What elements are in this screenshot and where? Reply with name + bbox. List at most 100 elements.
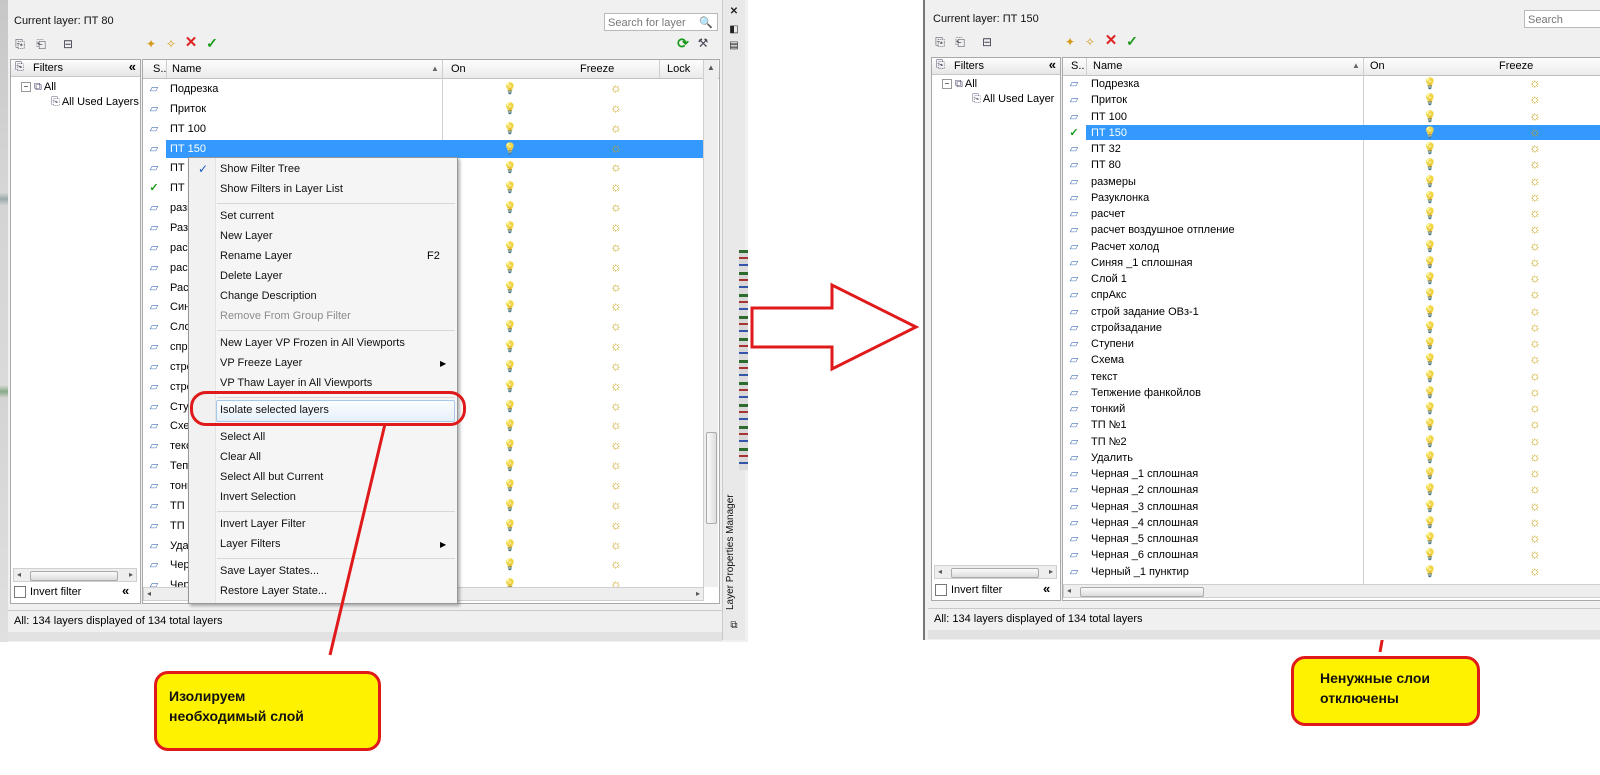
lightbulb-icon[interactable]: 💡: [1423, 516, 1437, 529]
layer-row[interactable]: ▱ стройзадание 💡 ☼: [1063, 319, 1600, 336]
col-name-right[interactable]: Name: [1093, 60, 1122, 72]
sun-icon[interactable]: ☼: [1529, 140, 1541, 155]
sun-icon[interactable]: ☼: [1529, 238, 1541, 253]
layer-icon[interactable]: ▱: [1067, 272, 1081, 285]
lightbulb-icon[interactable]: 💡: [1423, 435, 1437, 448]
layer-name[interactable]: Черная _5 сплошная: [1091, 533, 1198, 545]
layer-row[interactable]: ▱ Черная _1 сплошная 💡 ☼: [1063, 465, 1600, 482]
layer-row[interactable]: ▱ Подрезка 💡 ☼: [1063, 75, 1600, 92]
layer-icon[interactable]: ▱: [1067, 402, 1081, 415]
layer-name[interactable]: расчет воздушное отпление: [1091, 224, 1235, 236]
lightbulb-icon[interactable]: 💡: [1423, 158, 1437, 171]
col-freeze-right[interactable]: Freeze: [1499, 60, 1533, 72]
layer-name[interactable]: Подрезка: [1091, 78, 1139, 90]
layer-row[interactable]: ▱ Удалить 💡 ☼: [1063, 449, 1600, 466]
layer-row[interactable]: ▱ тонкий 💡 ☼: [1063, 400, 1600, 417]
layer-row[interactable]: ▱ Черная _5 сплошная 💡 ☼: [1063, 530, 1600, 547]
sun-icon[interactable]: ☼: [1529, 108, 1541, 123]
set-current-icon-right[interactable]: ✓: [1124, 33, 1140, 49]
lightbulb-icon[interactable]: 💡: [1423, 256, 1437, 269]
lightbulb-icon[interactable]: 💡: [1423, 532, 1437, 545]
sun-icon[interactable]: ☼: [1529, 563, 1541, 578]
layer-icon[interactable]: ▱: [1067, 256, 1081, 269]
layer-row[interactable]: ▱ Расчет холод 💡 ☼: [1063, 238, 1600, 255]
layer-name[interactable]: тонкий: [1091, 403, 1125, 415]
layer-icon[interactable]: ▱: [1067, 207, 1081, 220]
layer-name[interactable]: Черная _4 сплошная: [1091, 517, 1198, 529]
layer-icon[interactable]: ▱: [1067, 110, 1081, 123]
lightbulb-icon[interactable]: 💡: [1423, 451, 1437, 464]
lightbulb-icon[interactable]: 💡: [1423, 191, 1437, 204]
layer-row[interactable]: ▱ ТП №2 💡 ☼: [1063, 433, 1600, 450]
sun-icon[interactable]: ☼: [1529, 254, 1541, 269]
layer-name[interactable]: Синяя _1 сплошная: [1091, 257, 1193, 269]
layer-name[interactable]: Ступени: [1091, 338, 1134, 350]
lightbulb-icon[interactable]: 💡: [1423, 288, 1437, 301]
lightbulb-icon[interactable]: 💡: [1423, 337, 1437, 350]
layer-row[interactable]: ▱ текст 💡 ☼: [1063, 368, 1600, 385]
layer-name[interactable]: ПТ 100: [1091, 111, 1127, 123]
layer-icon[interactable]: ▱: [1067, 321, 1081, 334]
layer-name[interactable]: Черный _1 пунктир: [1091, 566, 1189, 578]
sun-icon[interactable]: ☼: [1529, 91, 1541, 106]
layer-row[interactable]: ▱ расчет воздушное отпление 💡 ☼: [1063, 221, 1600, 238]
layer-row[interactable]: ▱ ПТ 100 💡 ☼: [1063, 108, 1600, 125]
collapse-invert-icon-right[interactable]: «: [1043, 581, 1050, 596]
layer-icon[interactable]: ▱: [1067, 288, 1081, 301]
layer-name[interactable]: спрАкс: [1091, 289, 1126, 301]
layer-name[interactable]: строй задание ОВз-1: [1091, 306, 1199, 318]
layer-name[interactable]: Черная _3 сплошная: [1091, 501, 1198, 513]
layer-icon[interactable]: ▱: [1067, 435, 1081, 448]
lightbulb-icon[interactable]: 💡: [1423, 467, 1437, 480]
lightbulb-icon[interactable]: 💡: [1423, 272, 1437, 285]
delete-layer-icon-right[interactable]: ✕: [1103, 33, 1119, 49]
sun-icon[interactable]: ☼: [1529, 481, 1541, 496]
layer-row[interactable]: ▱ Тепжение фанкойлов 💡 ☼: [1063, 384, 1600, 401]
sun-icon[interactable]: ☼: [1529, 530, 1541, 545]
lightbulb-icon[interactable]: 💡: [1423, 240, 1437, 253]
layer-name[interactable]: Черная _2 сплошная: [1091, 484, 1198, 496]
layer-name[interactable]: расчет: [1091, 208, 1125, 220]
layer-row[interactable]: ▱ Черная _2 сплошная 💡 ☼: [1063, 481, 1600, 498]
new-layer-vp-frozen-icon-right[interactable]: ✧: [1082, 34, 1098, 50]
lightbulb-icon[interactable]: 💡: [1423, 402, 1437, 415]
layer-icon[interactable]: ▱: [1067, 370, 1081, 383]
current-layer-check-icon[interactable]: ✓: [1067, 126, 1081, 139]
layer-name[interactable]: ТП №1: [1091, 419, 1127, 431]
new-property-filter-icon-right[interactable]: ⎘: [932, 34, 948, 50]
sun-icon[interactable]: ☼: [1529, 498, 1541, 513]
lightbulb-icon[interactable]: 💡: [1423, 77, 1437, 90]
collapse-icon-right[interactable]: −: [942, 79, 952, 90]
layer-icon[interactable]: ▱: [1067, 353, 1081, 366]
layer-list-hscrollbar-right[interactable]: ◂: [1063, 584, 1600, 598]
col-on-right[interactable]: On: [1370, 60, 1385, 72]
sun-icon[interactable]: ☼: [1529, 156, 1541, 171]
layer-icon[interactable]: ▱: [1067, 305, 1081, 318]
layer-name[interactable]: ПТ 32: [1091, 143, 1121, 155]
layer-icon[interactable]: ▱: [1067, 142, 1081, 155]
layer-row[interactable]: ▱ спрАкс 💡 ☼: [1063, 286, 1600, 303]
layer-icon[interactable]: ▱: [1067, 548, 1081, 561]
layer-name[interactable]: Слой 1: [1091, 273, 1127, 285]
lightbulb-icon[interactable]: 💡: [1423, 386, 1437, 399]
layer-name[interactable]: Расчет холод: [1091, 241, 1159, 253]
sun-icon[interactable]: ☼: [1529, 433, 1541, 448]
layer-name[interactable]: Приток: [1091, 94, 1127, 106]
layer-name[interactable]: Черная _6 сплошная: [1091, 549, 1198, 561]
layer-row[interactable]: ▱ Слой 1 💡 ☼: [1063, 270, 1600, 287]
lightbulb-icon[interactable]: 💡: [1423, 370, 1437, 383]
lightbulb-icon[interactable]: 💡: [1423, 353, 1437, 366]
sun-icon[interactable]: ☼: [1529, 286, 1541, 301]
lightbulb-icon[interactable]: 💡: [1423, 93, 1437, 106]
sun-icon[interactable]: ☼: [1529, 449, 1541, 464]
sun-icon[interactable]: ☼: [1529, 368, 1541, 383]
layer-name[interactable]: Схема: [1091, 354, 1124, 366]
lightbulb-icon[interactable]: 💡: [1423, 305, 1437, 318]
layer-row[interactable]: ▱ Черная _3 сплошная 💡 ☼: [1063, 498, 1600, 515]
layer-icon[interactable]: ▱: [1067, 483, 1081, 496]
tree-item-all-used-layers-right[interactable]: ⎘ All Used Layer: [972, 93, 1054, 106]
sun-icon[interactable]: ☼: [1529, 124, 1541, 139]
lightbulb-icon[interactable]: 💡: [1423, 175, 1437, 188]
lightbulb-icon[interactable]: 💡: [1423, 500, 1437, 513]
sun-icon[interactable]: ☼: [1529, 319, 1541, 334]
